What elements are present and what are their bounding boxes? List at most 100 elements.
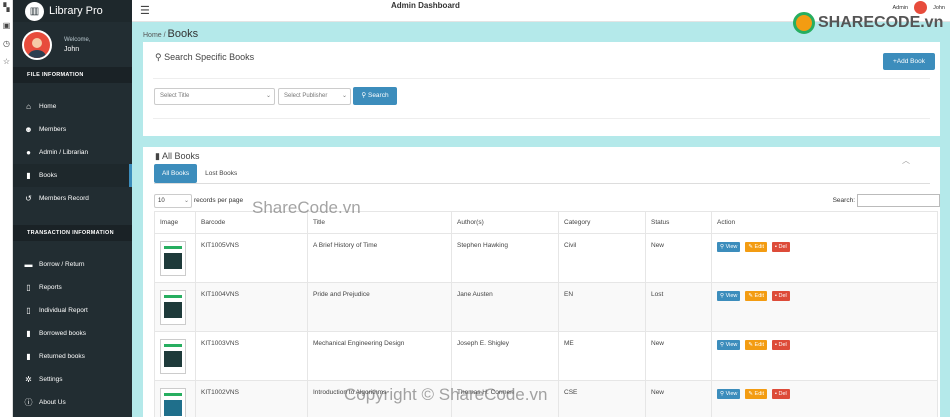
status-cell: New: [645, 233, 712, 283]
book-icon: ▮: [26, 329, 31, 338]
sidebar-item-returned-books[interactable]: ▮ Returned books: [13, 345, 132, 368]
star-icon[interactable]: ☆: [2, 57, 11, 66]
divider: [153, 118, 930, 119]
sidebar-item-label: Books: [39, 172, 58, 179]
user-panel: Welcome, John: [13, 22, 132, 67]
sharecode-logo-icon: [793, 12, 815, 34]
brand[interactable]: ▥ Library Pro: [13, 0, 132, 22]
search-button[interactable]: ⚲ Search: [353, 87, 397, 105]
category-cell: ME: [558, 331, 646, 381]
barcode-cell: KIT1003VNS: [195, 331, 308, 381]
delete-button[interactable]: ▪ Del: [772, 242, 790, 252]
chevron-down-icon: ⌄: [265, 93, 271, 99]
chevron-down-icon: ⌄: [183, 198, 189, 204]
os-toolbar: ▚ ▣ ◷ ☆: [0, 0, 13, 417]
view-button[interactable]: ⚲ View: [717, 242, 741, 252]
edit-icon: ✎: [748, 293, 753, 299]
breadcrumb: Home / Books: [143, 28, 198, 40]
column-header[interactable]: Status: [645, 211, 712, 234]
menu-toggle-icon[interactable]: ☰: [140, 4, 150, 17]
edit-icon: ✎: [748, 391, 753, 397]
search-icon: ⚲: [720, 293, 725, 299]
all-books-panel: ▮ All Books ︿ All Books Lost Books 10 ⌄ r…: [143, 147, 940, 417]
trash-icon: ▪: [775, 391, 777, 397]
grid-icon[interactable]: ▚: [2, 3, 11, 12]
book-icon: ▮: [26, 352, 31, 361]
status-cell: New: [645, 380, 712, 417]
exchange-icon: ▬: [24, 260, 33, 269]
column-header[interactable]: Image: [154, 211, 196, 234]
delete-button[interactable]: ▪ Del: [772, 340, 790, 350]
sidebar-item-members-record[interactable]: ↺ Members Record: [13, 187, 132, 210]
search-icon: ⚲: [720, 244, 725, 250]
status-cell: Lost: [645, 282, 712, 332]
book-icon: ▮: [26, 171, 31, 180]
author-cell: Joseph E. Shigley: [451, 331, 559, 381]
center-watermark: ShareCode.vn: [252, 198, 361, 217]
sidebar-item-members[interactable]: ☻ Members: [13, 118, 132, 141]
page-length-select[interactable]: 10 ⌄: [154, 194, 192, 208]
table-row: KIT1004VNS Pride and Prejudice Jane Aust…: [154, 282, 938, 332]
view-button[interactable]: ⚲ View: [717, 291, 741, 301]
tab-lost-books[interactable]: Lost Books: [197, 164, 245, 183]
view-button[interactable]: ⚲ View: [717, 389, 741, 399]
view-button[interactable]: ⚲ View: [717, 340, 741, 350]
sidebar-item-home[interactable]: ⌂ Home: [13, 95, 132, 118]
sidebar-item-settings[interactable]: ✲ Settings: [13, 368, 132, 391]
save-icon[interactable]: ▣: [2, 21, 11, 30]
sidebar-item-label: Reports: [39, 284, 62, 291]
add-book-button[interactable]: +Add Book: [883, 53, 935, 70]
edit-button[interactable]: ✎ Edit: [745, 291, 768, 301]
breadcrumb-home[interactable]: Home /: [143, 32, 166, 39]
gear-icon: ✲: [25, 375, 32, 384]
delete-button[interactable]: ▪ Del: [772, 389, 790, 399]
select-title-dropdown[interactable]: Select Title ⌄: [154, 88, 275, 105]
edit-button[interactable]: ✎ Edit: [745, 242, 768, 252]
file-icon: ▯: [26, 306, 31, 315]
book-cover-image: [160, 290, 186, 325]
sidebar-item-label: About Us: [39, 399, 66, 406]
table-search-label: Search:: [832, 197, 855, 204]
delete-button[interactable]: ▪ Del: [772, 291, 790, 301]
trash-icon: ▪: [775, 342, 777, 348]
book-cover-image: [160, 339, 186, 374]
collapse-icon[interactable]: ︿: [902, 155, 910, 166]
author-cell: Stephen Hawking: [451, 233, 559, 283]
search-icon: ⚲: [720, 391, 725, 397]
category-cell: CSE: [558, 380, 646, 417]
barcode-cell: KIT1005VNS: [195, 233, 308, 283]
title-cell: A Brief History of Time: [307, 233, 452, 283]
sidebar-item-borrowed-books[interactable]: ▮ Borrowed books: [13, 322, 132, 345]
all-books-title: ▮ All Books: [155, 151, 200, 161]
status-cell: New: [645, 331, 712, 381]
users-icon: ☻: [24, 125, 33, 134]
select-publisher-dropdown[interactable]: Select Publisher ⌄: [278, 88, 351, 105]
info-icon: ⓘ: [24, 398, 33, 407]
sidebar-item-admin-librarian[interactable]: ● Admin / Librarian: [13, 141, 132, 164]
column-header[interactable]: Category: [558, 211, 646, 234]
chevron-down-icon: ⌄: [341, 93, 347, 99]
author-cell: Jane Austen: [451, 282, 559, 332]
clock-icon[interactable]: ◷: [2, 39, 11, 48]
edit-button[interactable]: ✎ Edit: [745, 340, 768, 350]
sidebar-item-reports[interactable]: ▯ Reports: [13, 276, 132, 299]
category-cell: Civil: [558, 233, 646, 283]
search-icon: ⚲: [361, 92, 368, 99]
table-search-input[interactable]: [857, 194, 940, 207]
sidebar-item-about-us[interactable]: ⓘ About Us: [13, 391, 132, 414]
sidebar-item-individual-report[interactable]: ▯ Individual Report: [13, 299, 132, 322]
books-tabs: All Books Lost Books: [154, 164, 245, 183]
sidebar-item-books[interactable]: ▮ Books: [13, 164, 132, 187]
edit-icon: ✎: [748, 342, 753, 348]
search-icon: ⚲: [155, 52, 165, 62]
column-header[interactable]: Author(s): [451, 211, 559, 234]
sidebar-item-borrow-return[interactable]: ▬ Borrow / Return: [13, 253, 132, 276]
edit-button[interactable]: ✎ Edit: [745, 389, 768, 399]
brand-name: Library Pro: [49, 5, 103, 17]
sharecode-logo: SHARECODE.vn: [793, 12, 943, 34]
sidebar: ▥ Library Pro Welcome, John FILE INFORMA…: [13, 0, 132, 417]
edit-icon: ✎: [748, 244, 753, 250]
copyright-watermark: Copyright © ShareCode.vn: [344, 385, 548, 404]
file-icon: ▯: [26, 283, 31, 292]
tab-all-books[interactable]: All Books: [154, 164, 198, 183]
